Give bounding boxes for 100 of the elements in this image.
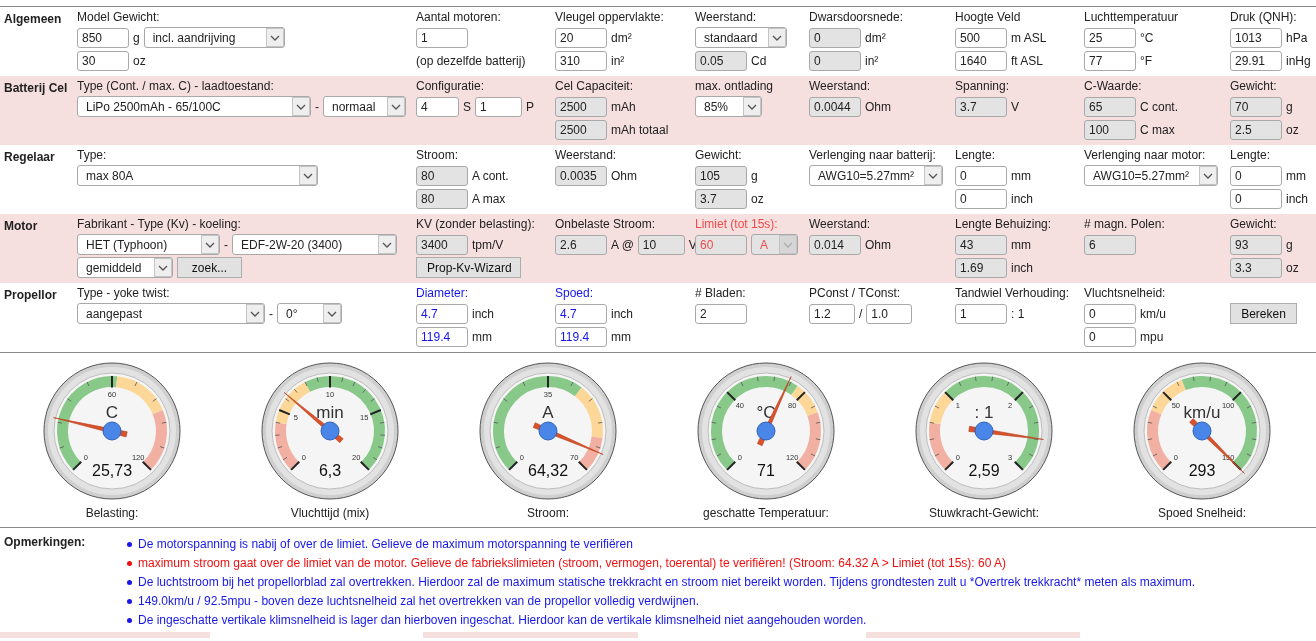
input-field[interactable]: 0 — [809, 27, 861, 48]
dropdown[interactable]: normaal — [323, 96, 406, 117]
unit-label: C — [105, 403, 119, 422]
field-label: Weerstand: — [809, 79, 871, 94]
input-field[interactable]: 30 — [77, 50, 129, 71]
unit-label: inch — [1286, 191, 1308, 206]
input-field[interactable]: 0.05 — [695, 50, 747, 71]
input-field[interactable]: 119.4 — [416, 326, 468, 347]
dropdown[interactable]: aangepast — [77, 303, 265, 324]
input-field[interactable]: 2 — [695, 303, 747, 324]
dropdown[interactable]: 0° — [277, 303, 342, 324]
unit-label: mpu — [1140, 329, 1164, 344]
remark-text: De motorspanning is nabij of over de limiet. Gelieve de maximum motorspanning te verifiëren — [138, 536, 633, 553]
remarks-title: Opmerkingen: — [4, 535, 86, 550]
input-field[interactable]: 0.0035 — [555, 165, 607, 186]
input-field[interactable]: 4 — [416, 96, 459, 117]
unit-label: C cont. — [1140, 99, 1178, 114]
action-button[interactable]: Bereken — [1230, 303, 1297, 324]
input-field[interactable]: 100 — [1084, 119, 1136, 140]
input-field[interactable]: 1 — [416, 27, 468, 48]
input-field[interactable]: 0 — [955, 165, 1007, 186]
input-field[interactable]: 1.69 — [955, 257, 1007, 278]
dropdown[interactable]: AWG10=5.27mm² — [1084, 165, 1218, 186]
input-field[interactable]: 3400 — [416, 234, 468, 255]
input-field[interactable]: 310 — [555, 50, 607, 71]
input-field[interactable]: 20 — [555, 27, 607, 48]
input-field[interactable]: 77 — [1084, 50, 1136, 71]
action-button[interactable]: zoek... — [177, 257, 242, 278]
chevron-icon — [378, 235, 396, 254]
field-label: # magn. Polen: — [1084, 217, 1165, 232]
field-label: Spoed: — [555, 286, 594, 301]
section-label: Motor — [4, 219, 38, 233]
input-field[interactable]: 4.7 — [555, 303, 607, 324]
unit-label: oz — [751, 191, 764, 206]
dropdown[interactable]: HET (Typhoon) — [77, 234, 220, 255]
input-field[interactable]: 105 — [695, 165, 747, 186]
unit-label: : 1 — [1011, 306, 1025, 321]
input-field[interactable]: 80 — [416, 165, 468, 186]
input-field[interactable]: 6 — [1084, 234, 1136, 255]
input-field[interactable]: 500 — [955, 27, 1007, 48]
unit-label: A @ — [611, 237, 634, 252]
section-label: Regelaar — [4, 150, 55, 164]
gauge-caption: Stroom: — [527, 506, 569, 521]
input-field[interactable]: 0 — [1084, 326, 1136, 347]
needle-hub — [756, 421, 776, 441]
input-field[interactable]: 4.7 — [416, 303, 468, 324]
input-field[interactable]: 1640 — [955, 50, 1007, 71]
input-field[interactable]: 2.5 — [1230, 119, 1282, 140]
dropdown[interactable]: 85% — [695, 96, 762, 117]
input-field[interactable]: 80 — [416, 188, 468, 209]
input-field[interactable]: 3.7 — [955, 96, 1007, 117]
action-button[interactable]: Prop-Kv-Wizard — [416, 257, 521, 278]
dropdown[interactable]: incl. aandrijving — [143, 27, 285, 48]
gauge-reading: 6,3 — [318, 462, 342, 479]
input-field[interactable]: 850 — [77, 27, 129, 48]
gauge-reading: 25,73 — [92, 462, 132, 479]
input-field[interactable]: 3.7 — [695, 188, 747, 209]
input-field[interactable]: 2.6 — [555, 234, 607, 255]
dropdown[interactable]: LiPo 2500mAh - 65/100C — [77, 96, 311, 117]
input-field[interactable]: 0 — [1230, 165, 1282, 186]
dropdown[interactable]: gemiddeld — [77, 257, 173, 278]
input-field[interactable]: 3.3 — [1230, 257, 1282, 278]
input-field[interactable]: 43 — [955, 234, 1007, 255]
needle-hub — [974, 421, 994, 441]
field-label: Dwarsdoorsnede: — [809, 10, 904, 25]
field-label: Cel Capaciteit: — [555, 79, 634, 94]
input-field[interactable]: 119.4 — [555, 326, 607, 347]
input-field[interactable]: 1.0 — [866, 303, 913, 324]
input-field[interactable]: 2500 — [555, 96, 607, 117]
dropdown[interactable]: AWG10=5.27mm² — [809, 165, 943, 186]
unit-label: °F — [1140, 53, 1153, 68]
input-field[interactable]: 70 — [1230, 96, 1282, 117]
field-label: Diameter: — [416, 286, 468, 301]
input-field[interactable]: 0.014 — [809, 234, 861, 255]
input-field[interactable]: 93 — [1230, 234, 1282, 255]
unit-label: mm — [1011, 168, 1031, 183]
input-field[interactable]: 0 — [1084, 303, 1136, 324]
field-label: Limiet (tot 15s): — [695, 217, 778, 232]
input-field[interactable]: 0 — [1230, 188, 1282, 209]
input-field[interactable]: 65 — [1084, 96, 1136, 117]
input-field[interactable]: 1 — [475, 96, 522, 117]
input-field[interactable]: 1.2 — [809, 303, 855, 324]
dropdown[interactable]: EDF-2W-20 (3400) — [232, 234, 397, 255]
field-label: Tandwiel Verhouding: — [955, 286, 1070, 301]
input-field[interactable]: 1 — [955, 303, 1007, 324]
input-field[interactable]: 2500 — [555, 119, 607, 140]
dropdown[interactable]: max 80A — [77, 165, 318, 186]
input-field[interactable]: 0 — [809, 50, 861, 71]
field-label: Verlenging naar motor: — [1084, 148, 1206, 163]
dropdown[interactable]: standaard — [695, 27, 787, 48]
input-field[interactable]: 0 — [955, 188, 1007, 209]
input-field[interactable]: 25 — [1084, 27, 1136, 48]
unit-label: inHg — [1286, 53, 1311, 68]
input-field[interactable]: 29.91 — [1230, 50, 1282, 71]
needle-hub — [102, 421, 122, 441]
unit-label: g — [751, 168, 758, 183]
input-field[interactable]: 10 — [637, 234, 685, 255]
input-field[interactable]: 1013 — [1230, 27, 1282, 48]
unit-label: oz — [1286, 122, 1299, 137]
input-field[interactable]: 0.0044 — [809, 96, 861, 117]
